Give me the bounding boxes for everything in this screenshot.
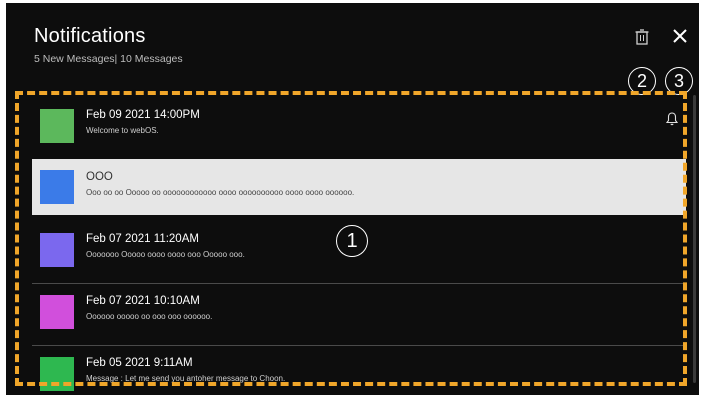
notification-item[interactable]: Feb 05 2021 9:11AM Message : Let me send… xyxy=(32,346,686,395)
app-thumbnail xyxy=(40,109,74,143)
close-button[interactable] xyxy=(670,26,690,46)
notification-item-selected[interactable]: OOO Ooo oo oo Ooooo oo oooooooooooo oooo… xyxy=(32,159,686,215)
notifications-screen: Notifications 5 New Messages| 10 Message… xyxy=(6,3,699,395)
notification-text: Message : Let me send you antoher messag… xyxy=(86,374,286,383)
trash-icon xyxy=(635,29,649,45)
app-thumbnail xyxy=(40,357,74,391)
app-thumbnail xyxy=(40,295,74,329)
notification-date: Feb 07 2021 11:20AM xyxy=(86,233,199,245)
notification-date: Feb 09 2021 14:00PM xyxy=(86,109,200,121)
bell-icon xyxy=(666,112,678,126)
notification-item[interactable]: Feb 09 2021 14:00PM Welcome to webOS. xyxy=(32,98,686,160)
notification-date: Feb 05 2021 9:11AM xyxy=(86,357,193,369)
notification-title: OOO xyxy=(86,171,113,183)
app-thumbnail xyxy=(40,233,74,267)
close-icon xyxy=(673,29,687,43)
scrollbar[interactable] xyxy=(693,95,696,383)
notification-date: Feb 07 2021 10:10AM xyxy=(86,295,200,307)
app-thumbnail xyxy=(40,170,74,204)
callout-list: 1 xyxy=(336,225,368,257)
notification-text: Ooooooo Ooooo oooo oooo ooo Ooooo ooo. xyxy=(86,250,245,259)
notification-text: Ooo oo oo Ooooo oo oooooooooooo oooo ooo… xyxy=(86,188,355,197)
notification-item[interactable]: Feb 07 2021 10:10AM Oooooo ooooo oo ooo … xyxy=(32,284,686,346)
message-count: 5 New Messages| 10 Messages xyxy=(34,53,183,65)
callout-delete: 2 xyxy=(628,67,656,95)
callout-close: 3 xyxy=(665,67,693,95)
delete-all-button[interactable] xyxy=(634,28,650,46)
notification-text: Oooooo ooooo oo ooo ooo oooooo. xyxy=(86,312,213,321)
page-title: Notifications xyxy=(34,25,146,47)
notification-text: Welcome to webOS. xyxy=(86,126,159,135)
